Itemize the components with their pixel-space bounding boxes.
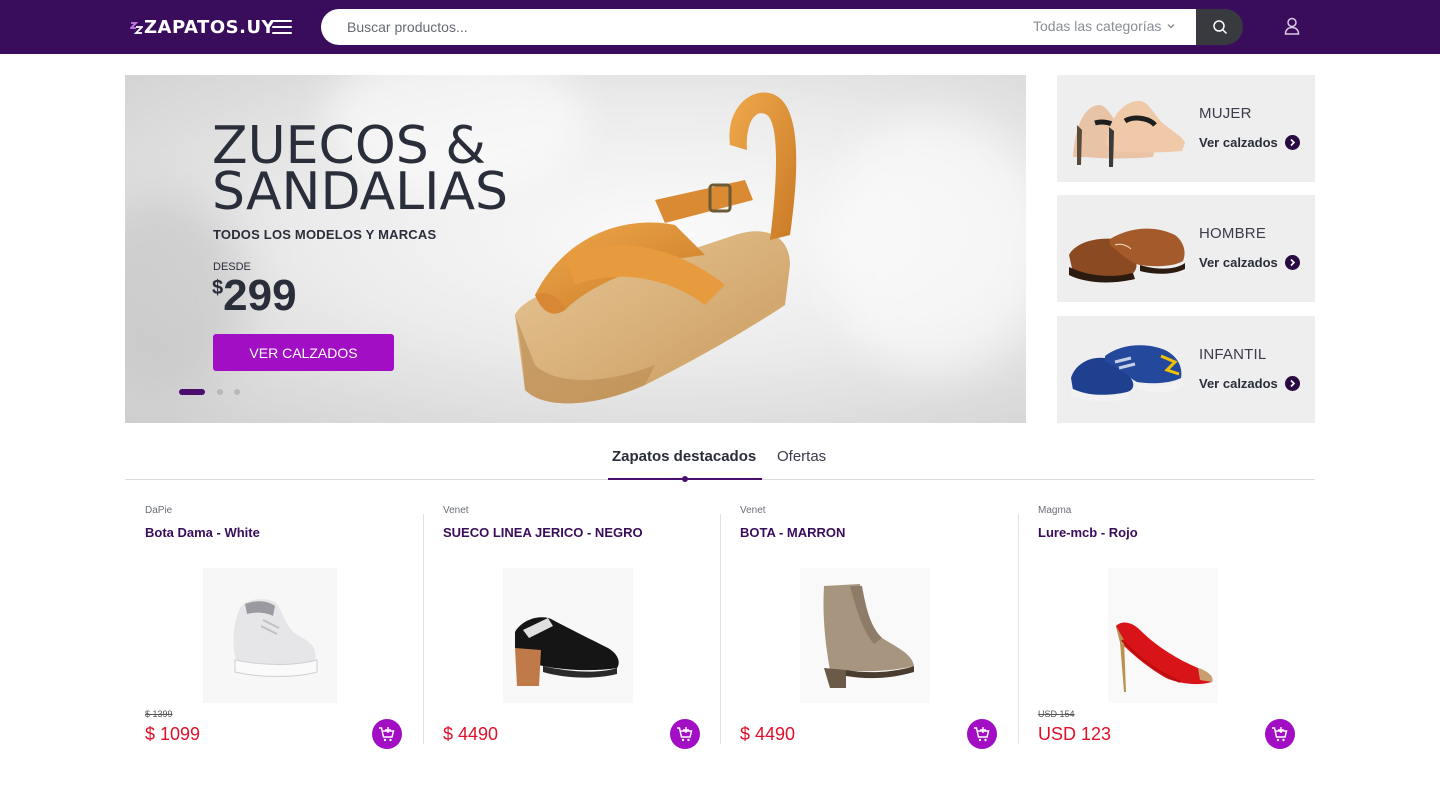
hero-banner[interactable]: ZUECOS & SANDALIAS TODOS LOS MODELOS Y M… [125,75,1026,423]
red-pump-image[interactable] [1088,568,1238,703]
product-name[interactable]: BOTA - MARRON [740,525,845,540]
search-icon [1212,20,1227,35]
category-link[interactable]: Ver calzados [1199,255,1300,270]
hero-subtitle: TODOS LOS MODELOS Y MARCAS [213,227,437,242]
category-link[interactable]: Ver calzados [1199,376,1300,391]
men-shoes-image [1069,228,1185,283]
hero-title: ZUECOS & SANDALIAS [212,116,509,222]
category-card-hombre[interactable]: HOMBRE Ver calzados [1057,195,1315,302]
carousel-dot-1[interactable] [179,389,205,395]
logo-mark-icon [130,22,143,34]
product-card[interactable]: Venet BOTA - MARRON $ 4490 [720,500,1017,750]
product-tabs: Zapatos destacados Ofertas [125,440,1315,482]
add-to-cart-button[interactable] [372,719,402,749]
cart-plus-icon [379,727,395,742]
product-name[interactable]: Bota Dama - White [145,525,260,540]
product-brand: Magma [1038,505,1072,516]
category-select[interactable]: Todas las categorías [1033,18,1175,34]
category-link[interactable]: Ver calzados [1199,135,1300,150]
category-link-label: Ver calzados [1199,255,1278,270]
category-card-mujer[interactable]: MUJER Ver calzados [1057,75,1315,182]
product-old-price: $ 1399 [145,709,173,719]
product-brand: Venet [740,505,766,516]
black-clog-image[interactable] [493,568,643,703]
category-select-value: Todas las categorías [1033,18,1162,34]
menu-icon[interactable] [272,20,292,36]
product-card[interactable]: Venet SUECO LINEA JERICO - NEGRO $ 4490 [423,500,720,750]
women-heels-image [1073,100,1185,167]
white-sneaker-boot-image[interactable] [195,568,345,703]
cart-plus-icon [974,727,990,742]
chevron-right-circle-icon [1284,376,1300,391]
hero-cta-button[interactable]: VER CALZADOS [213,334,394,371]
cart-plus-icon [1272,727,1288,742]
product-brand: DaPie [145,505,173,516]
category-link-label: Ver calzados [1199,135,1278,150]
chevron-right-circle-icon [1284,255,1300,270]
brown-ankle-boot-image[interactable] [790,568,940,703]
chevron-right-circle-icon [1284,135,1300,150]
wedge-sandal-image [515,92,797,404]
search-bar: Todas las categorías [321,9,1243,45]
product-name[interactable]: SUECO LINEA JERICO - NEGRO [443,525,643,540]
product-divider [720,514,721,744]
carousel-dot-2[interactable] [217,389,223,395]
carousel-dot-3[interactable] [234,389,240,395]
product-price: $ 4490 [443,724,499,744]
product-name[interactable]: Lure-mcb - Rojo [1038,525,1138,540]
category-link-label: Ver calzados [1199,376,1278,391]
product-price: USD 123 [1038,724,1112,744]
hero-bg-glow [825,115,1026,375]
category-card-infantil[interactable]: INFANTIL Ver calzados [1057,316,1315,423]
tab-offers[interactable]: Ofertas [777,448,826,465]
product-card[interactable]: DaPie Bota Dama - White $ 1399 $ 1099 [125,500,422,750]
product-card[interactable]: Magma Lure-mcb - Rojo USD 154 USD 123 [1018,500,1315,750]
hero-price-value: 299 [223,271,297,320]
product-divider [1018,514,1019,744]
category-name: MUJER [1199,105,1252,122]
product-price: $ 1099 [145,724,201,744]
site-logo[interactable]: ZAPATOS.UY [130,14,275,40]
add-to-cart-button[interactable] [670,719,700,749]
product-brand: Venet [443,505,469,516]
product-divider [423,514,424,744]
hero-price-currency: $ [212,277,224,299]
logo-text: ZAPATOS.UY [144,16,276,38]
hero-price: $ 299 [212,271,297,321]
category-name: INFANTIL [1199,346,1267,363]
add-to-cart-button[interactable] [1265,719,1295,749]
user-account-icon[interactable] [1282,16,1302,36]
kids-sneakers-image [1071,345,1183,402]
top-header: ZAPATOS.UY Todas las categorías [0,0,1440,54]
cart-plus-icon [677,727,693,742]
add-to-cart-button[interactable] [967,719,997,749]
search-button[interactable] [1196,9,1243,45]
product-price: $ 4490 [740,724,796,744]
category-name: HOMBRE [1199,225,1267,242]
tab-featured[interactable]: Zapatos destacados [612,448,756,465]
active-tab-dot [682,476,688,482]
product-old-price: USD 154 [1038,709,1075,719]
carousel-dots [179,389,251,395]
chevron-down-icon [1167,24,1175,29]
